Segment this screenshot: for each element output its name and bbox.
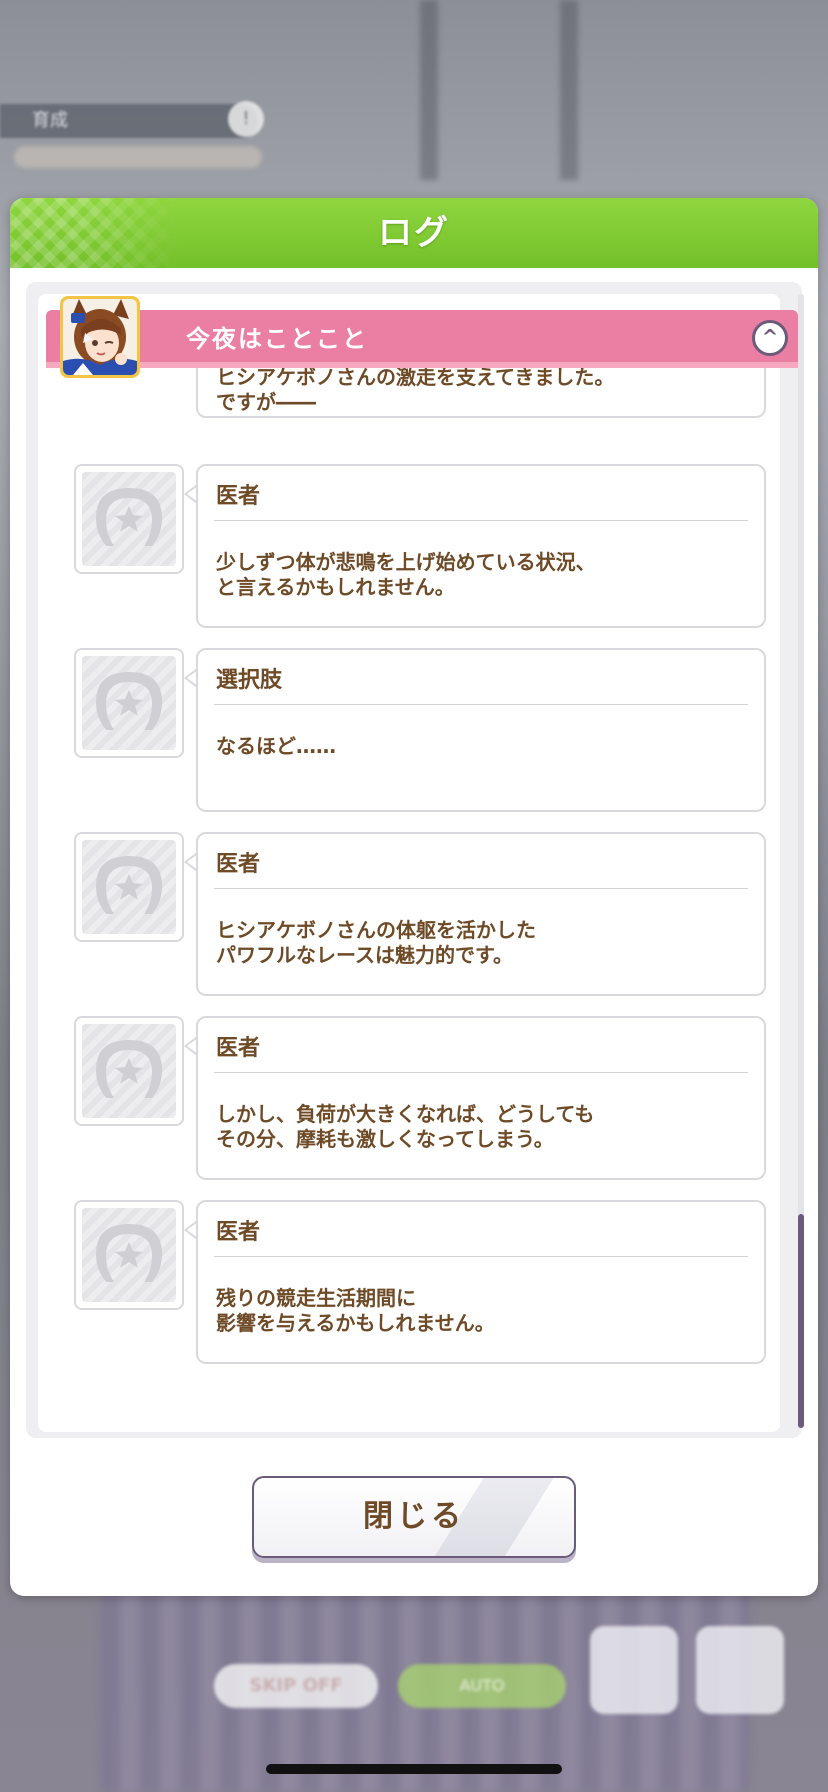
character-avatar (60, 296, 140, 378)
message-text: 残りの競走生活期間に 影響を与えるかもしれません。 (216, 1286, 495, 1335)
speaker-name: 医者 (216, 484, 261, 509)
message-bubble: 医者 残りの競走生活期間に 影響を与えるかもしれません。 (196, 1200, 766, 1364)
horseshoe-placeholder-icon (96, 488, 162, 546)
background-pillar (560, 0, 578, 180)
close-button-label: 閉じる (363, 1499, 465, 1534)
chevron-up-icon[interactable]: ^ (752, 320, 788, 356)
background-log-button (590, 1626, 678, 1714)
chapter-header[interactable]: 今夜はことこと ^ (46, 310, 798, 368)
horseshoe-placeholder-icon (96, 1224, 162, 1282)
speaker-name: 医者 (216, 1220, 261, 1245)
speaker-name: 選択肢 (216, 668, 283, 693)
chapter-title: 今夜はことこと (186, 325, 368, 353)
horseshoe-placeholder-icon (96, 672, 162, 730)
home-indicator[interactable] (266, 1764, 562, 1774)
log-entry: 選択肢 なるほど…… (46, 648, 798, 814)
message-text: ヒシアケボノさんの体躯を活かした パワフルなレースは魅力的です。 (216, 918, 536, 967)
background-auto-button: AUTO (398, 1664, 566, 1708)
scrollbar-thumb[interactable] (798, 1214, 804, 1428)
message-text: なるほど…… (216, 734, 336, 758)
log-entry: 今までは、生まれ持っての体の強さが ヒシアケボノさんの激走を支えてきました。 で… (46, 368, 798, 420)
log-dialog: ログ 今までは、生まれ持っての体の強さが ヒシアケボノさん (10, 198, 818, 1596)
log-entry: 医者 ヒシアケボノさんの体躯を活かした パワフルなレースは魅力的です。 (46, 832, 798, 998)
message-bubble: 今までは、生まれ持っての体の強さが ヒシアケボノさんの激走を支えてきました。 で… (196, 368, 766, 418)
horseshoe-placeholder-icon (96, 1040, 162, 1098)
speaker-icon-frame (74, 1200, 184, 1310)
log-entry: 医者 しかし、負荷が大きくなれば、どうしても その分、摩耗も激しくなってしまう。 (46, 1016, 798, 1182)
character-portrait-icon (63, 299, 137, 375)
dialog-title: ログ (378, 213, 450, 253)
log-entry: 医者 残りの競走生活期間に 影響を与えるかもしれません。 (46, 1200, 798, 1366)
message-text: しかし、負荷が大きくなれば、どうしても その分、摩耗も激しくなってしまう。 (216, 1102, 595, 1151)
message-bubble: 医者 ヒシアケボノさんの体躯を活かした パワフルなレースは魅力的です。 (196, 832, 766, 996)
message-text: 今までは、生まれ持っての体の強さが ヒシアケボノさんの激走を支えてきました。 で… (216, 368, 615, 414)
dialog-header: ログ (10, 198, 818, 268)
speaker-name: 医者 (216, 852, 261, 877)
background-pillar (420, 0, 438, 180)
speaker-icon-frame (74, 648, 184, 758)
horseshoe-placeholder-icon (96, 856, 162, 914)
message-bubble: 医者 少しずつ体が悲鳴を上げ始めている状況、 と言えるかもしれません。 (196, 464, 766, 628)
background-sub-bar (14, 146, 262, 168)
background-menu-button (696, 1626, 784, 1714)
message-text: 少しずつ体が悲鳴を上げ始めている状況、 と言えるかもしれません。 (216, 550, 596, 599)
log-entry: 医者 少しずつ体が悲鳴を上げ始めている状況、 と言えるかもしれません。 (46, 464, 798, 630)
header-pattern (10, 198, 180, 268)
background-skip-button: SKIP OFF (214, 1664, 378, 1708)
speaker-icon-frame (74, 1016, 184, 1126)
speaker-icon-frame (74, 832, 184, 942)
speaker-icon-frame (74, 464, 184, 574)
scrollbar[interactable] (798, 294, 804, 1428)
message-bubble: 選択肢 なるほど…… (196, 648, 766, 812)
background-top-bar: 育成 (0, 104, 258, 138)
close-button[interactable]: 閉じる (252, 1476, 576, 1558)
speaker-name: 医者 (216, 1036, 261, 1061)
log-entries: 今までは、生まれ持っての体の強さが ヒシアケボノさんの激走を支えてきました。 で… (46, 368, 798, 1434)
background-top-bar-badge: ! (228, 101, 264, 137)
message-bubble: 医者 しかし、負荷が大きくなれば、どうしても その分、摩耗も激しくなってしまう。 (196, 1016, 766, 1180)
